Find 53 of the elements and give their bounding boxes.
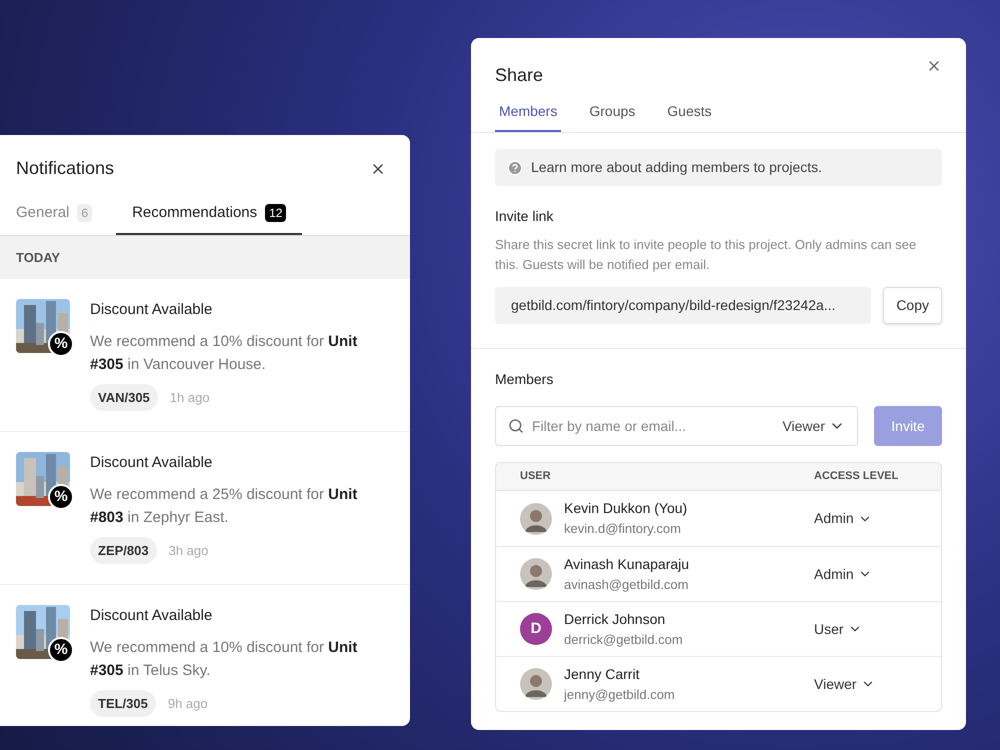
timestamp: 3h ago (168, 542, 208, 560)
notification-text: We recommend a 25% discount for Unit #803 in Zephyr East. (90, 484, 358, 528)
member-name: Avinash Kunaparaju (564, 554, 690, 574)
panel-title: Notifications (16, 157, 114, 180)
percent-icon: % (48, 331, 74, 357)
info-banner[interactable]: Learn more about adding members to projects. (495, 149, 942, 186)
notification-title: Discount Available (90, 300, 214, 320)
search-field[interactable]: Filter by name or email... Viewer (495, 406, 858, 446)
section-header: TODAY (0, 236, 410, 279)
invite-link-field[interactable]: getbild.com/fintory/company/bild-redesign/f23242a... (495, 287, 872, 324)
member-name: Kevin Dukkon (You) (564, 499, 688, 518)
count-badge: 12 (265, 204, 286, 222)
member-email: kevin.d@fintory.com (564, 520, 682, 538)
role-dropdown[interactable]: Viewer (782, 416, 845, 436)
avatar (520, 502, 552, 534)
access-dropdown[interactable]: User (814, 618, 917, 640)
unit-tag: TEL/305 (90, 690, 156, 717)
notification-text: We recommend a 10% discount for Unit #305 in Vancouver House. (90, 332, 358, 374)
dialog-title: Share (495, 64, 544, 87)
info-text: Learn more about adding members to projects. (531, 158, 822, 177)
access-dropdown[interactable]: Admin (814, 508, 917, 529)
member-email: avinash@getbild.com (564, 576, 690, 594)
notification-text: We recommend a 10% discount for Unit #305 in Telus Sky. (90, 638, 358, 680)
timestamp: 9h ago (168, 694, 208, 713)
tab[interactable]: General 6 (16, 194, 92, 234)
notification-title: Discount Available (90, 453, 214, 473)
access-dropdown[interactable]: Admin (814, 564, 917, 584)
search-icon (508, 418, 524, 434)
section-heading: Members (495, 370, 554, 389)
avatar: D (520, 613, 552, 645)
member-email: jenny@getbild.com (564, 686, 676, 704)
column-header: USER (520, 469, 552, 484)
unit-tag: VAN/305 (90, 384, 158, 411)
unit-tag: ZEP/803 (90, 536, 157, 564)
avatar (520, 558, 552, 590)
section-heading: Invite link (495, 207, 554, 226)
tab[interactable]: Members (495, 101, 562, 132)
member-email: derrick@getbild.com (564, 630, 684, 649)
count-badge: 6 (77, 204, 92, 222)
invite-description: Share this secret link to invite people to this project. Only admins can see this. Guests will be notified per email. (495, 236, 918, 274)
avatar (520, 668, 552, 700)
notification-title: Discount Available (90, 606, 214, 626)
tab[interactable]: Groups (585, 101, 640, 132)
copy-button[interactable]: Copy (883, 287, 942, 324)
timestamp: 1h ago (170, 388, 210, 407)
percent-icon: % (48, 637, 74, 663)
tab[interactable]: Guests (663, 101, 716, 132)
help-icon (507, 160, 523, 176)
member-name: Derrick Johnson (564, 610, 666, 629)
percent-icon: % (48, 484, 74, 510)
column-header: ACCESS LEVEL (814, 469, 900, 484)
access-dropdown[interactable]: Viewer (814, 674, 917, 694)
member-name: Jenny Carrit (564, 664, 640, 684)
